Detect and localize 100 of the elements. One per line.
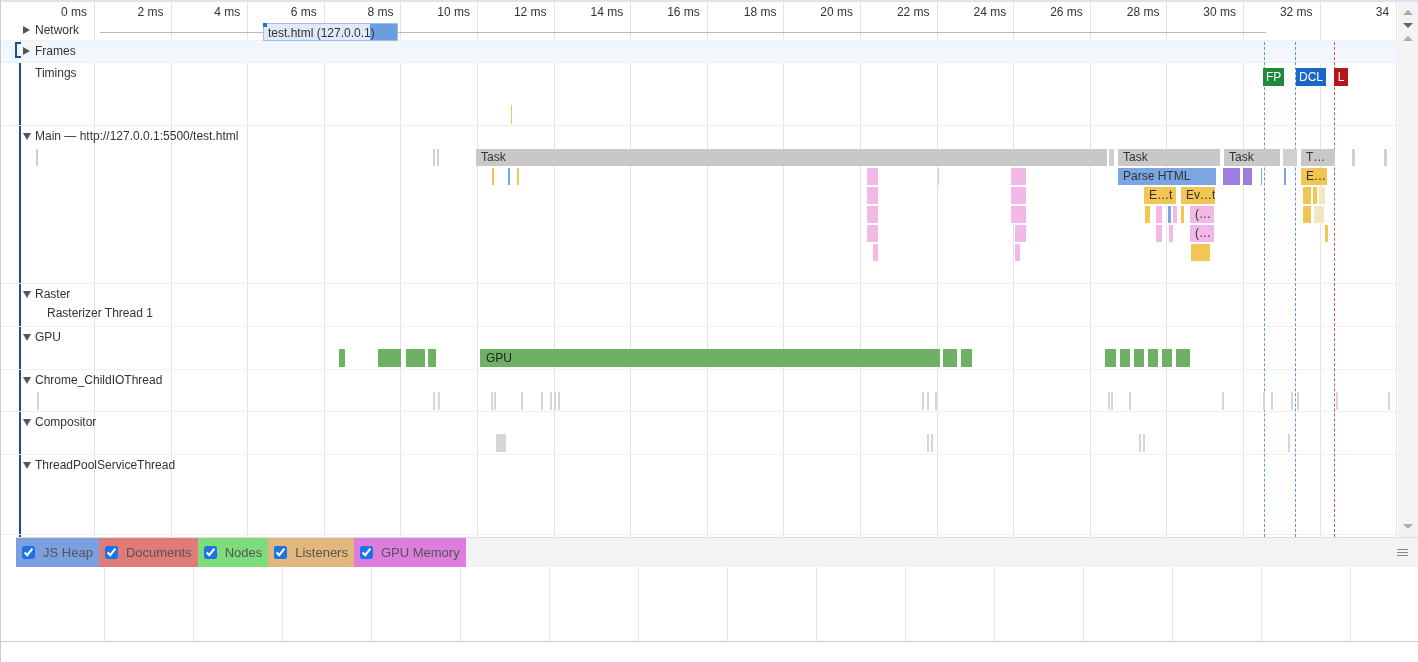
trace-event[interactable]: Task [1224, 149, 1281, 166]
trace-event-block[interactable] [1319, 187, 1325, 204]
trace-event-block[interactable] [1384, 149, 1387, 166]
expand-arrow-icon[interactable] [23, 133, 31, 140]
gpu-event-block[interactable] [1120, 349, 1131, 367]
trace-event-block[interactable] [1191, 244, 1210, 261]
time-tick-label: 12 ms [513, 5, 547, 19]
expand-arrow-icon[interactable] [23, 419, 31, 426]
trace-event[interactable]: Ev…t [1181, 187, 1216, 204]
gpu-event-block[interactable] [406, 349, 426, 367]
scroll-up-icon[interactable] [1403, 10, 1413, 15]
gpu-event-block[interactable] [943, 349, 958, 367]
gpu-event-block[interactable] [428, 349, 437, 367]
scroll-up-icon[interactable] [1403, 36, 1413, 41]
trace-event[interactable]: Task [476, 149, 1108, 166]
gpu-event-block[interactable]: GPU [480, 349, 941, 367]
trace-event-block[interactable] [1173, 206, 1177, 223]
trace-event-block[interactable] [1283, 149, 1297, 166]
trace-event-block[interactable] [1156, 206, 1162, 223]
counter-label: Nodes [224, 545, 263, 560]
time-tick-label: 22 ms [896, 5, 930, 19]
track-name[interactable]: Network [35, 23, 79, 37]
trace-event[interactable]: Parse HTML [1118, 168, 1217, 185]
track-name[interactable]: Timings [35, 66, 77, 80]
trace-event-block[interactable] [1011, 168, 1026, 185]
trace-event-block[interactable] [1248, 168, 1252, 185]
track-name[interactable]: Raster [35, 287, 71, 301]
time-tick-label: 28 ms [1126, 5, 1160, 19]
gpu-event-block[interactable] [1162, 349, 1173, 367]
trace-event-block[interactable] [1015, 225, 1026, 242]
trace-event-block[interactable] [1181, 206, 1184, 223]
trace-event-block[interactable] [1109, 149, 1114, 166]
trace-event-block[interactable] [1314, 206, 1324, 223]
trace-event-block[interactable] [867, 187, 878, 204]
checkbox[interactable] [22, 546, 35, 559]
trace-event-block[interactable] [1313, 187, 1317, 204]
scroll-down-icon[interactable] [1403, 23, 1413, 28]
track-name[interactable]: ThreadPoolServiceThread [35, 458, 176, 472]
gpu-event-block[interactable] [1148, 349, 1159, 367]
trace-event-block[interactable] [1243, 168, 1248, 185]
trace-event[interactable]: Task [1118, 149, 1221, 166]
checkbox[interactable] [274, 546, 288, 559]
expand-arrow-icon[interactable] [23, 47, 30, 55]
time-tick-label: 0 ms [61, 5, 87, 19]
gpu-event-block[interactable] [1134, 349, 1145, 367]
counter-label: Listeners [295, 545, 348, 560]
trace-event-block[interactable] [1015, 244, 1020, 261]
checkbox[interactable] [104, 546, 118, 559]
scrollbar[interactable] [1398, 2, 1418, 537]
trace-event[interactable]: (… [1190, 206, 1215, 223]
checkbox[interactable] [203, 546, 217, 559]
track-name[interactable]: Frames [35, 44, 76, 58]
expand-arrow-icon[interactable] [23, 291, 31, 298]
counter-toggle[interactable]: Nodes [197, 538, 269, 567]
track-name[interactable]: GPU [35, 330, 61, 344]
expand-arrow-icon[interactable] [23, 26, 30, 34]
trace-event-block[interactable] [867, 206, 878, 223]
selection-bracket [15, 42, 21, 58]
timing-marker[interactable]: DCL [1296, 68, 1326, 86]
trace-event-block[interactable] [867, 168, 878, 185]
track-name[interactable]: Chrome_ChildIOThread [35, 373, 163, 387]
trace-event-block[interactable] [867, 225, 878, 242]
counter-label: GPU Memory [380, 545, 460, 560]
track-name[interactable]: Compositor [35, 415, 97, 429]
track-name[interactable]: Main — http://127.0.0.1:5500/test.html [35, 129, 239, 143]
trace-event-block[interactable] [1168, 206, 1171, 223]
trace-event[interactable]: E…t [1144, 187, 1177, 204]
track-name[interactable]: Rasterizer Thread 1 [47, 306, 153, 320]
time-tick-label: 18 ms [743, 5, 777, 19]
checkbox[interactable] [359, 546, 373, 559]
counter-toggle[interactable]: Listeners [268, 538, 354, 567]
trace-event-block[interactable] [1145, 206, 1150, 223]
time-tick-label: 4 ms [214, 5, 241, 19]
trace-event-block[interactable] [1223, 168, 1240, 185]
time-tick-label: 26 ms [1050, 5, 1083, 19]
gpu-event-block[interactable] [1176, 349, 1191, 367]
trace-event-block[interactable] [1303, 187, 1311, 204]
trace-event[interactable]: (… [1190, 225, 1215, 242]
time-tick-label: 30 ms [1203, 5, 1236, 19]
trace-event-block[interactable] [873, 244, 878, 261]
gpu-event-block[interactable] [378, 349, 402, 367]
trace-event-block[interactable] [1156, 225, 1162, 242]
time-tick-label: 24 ms [973, 5, 1007, 19]
trace-event[interactable]: T… [1301, 149, 1336, 166]
trace-event[interactable]: E… [1301, 168, 1328, 185]
time-tick-label: 10 ms [437, 5, 470, 19]
trace-event-block[interactable] [1352, 149, 1355, 166]
expand-arrow-icon[interactable] [23, 462, 31, 469]
timing-marker[interactable]: L [1334, 68, 1348, 86]
trace-event-block[interactable] [1169, 225, 1173, 242]
trace-event-block[interactable] [1325, 225, 1328, 242]
expand-arrow-icon[interactable] [23, 377, 31, 384]
timing-marker[interactable]: FP [1263, 68, 1285, 86]
gpu-event-block[interactable] [1105, 349, 1117, 367]
trace-event-block[interactable] [1011, 206, 1026, 223]
trace-event-block[interactable] [1303, 206, 1311, 223]
expand-arrow-icon[interactable] [23, 334, 31, 341]
gpu-event-block[interactable] [961, 349, 973, 367]
gpu-event-block[interactable] [339, 349, 346, 367]
trace-event-block[interactable] [1011, 187, 1026, 204]
